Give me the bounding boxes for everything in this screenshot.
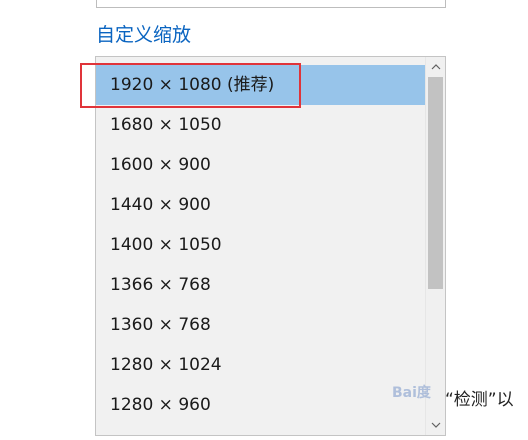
resolution-option-1360x768[interactable]: 1360 × 768 xyxy=(96,305,425,345)
chevron-up-icon[interactable] xyxy=(426,58,445,76)
scrollbar-thumb[interactable] xyxy=(428,77,443,289)
resolution-options: 1920 × 1080 (推荐) 1680 × 1050 1600 × 900 … xyxy=(96,57,425,435)
watermark-logo: Bai度 xyxy=(392,385,431,401)
resolution-option-1280x960[interactable]: 1280 × 960 xyxy=(96,385,425,425)
top-frame-edge xyxy=(96,0,446,8)
background-partial-text: “检测”以 xyxy=(445,390,514,410)
custom-scaling-link[interactable]: 自定义缩放 xyxy=(96,20,191,47)
vertical-scrollbar[interactable] xyxy=(425,57,445,435)
resolution-option-1440x900[interactable]: 1440 × 900 xyxy=(96,185,425,225)
red-annotation-box xyxy=(80,63,301,108)
resolution-option-1680x1050[interactable]: 1680 × 1050 xyxy=(96,105,425,145)
resolution-option-1366x768[interactable]: 1366 × 768 xyxy=(96,265,425,305)
resolution-option-1400x1050[interactable]: 1400 × 1050 xyxy=(96,225,425,265)
resolution-option-1600x900[interactable]: 1600 × 900 xyxy=(96,145,425,185)
chevron-down-icon[interactable] xyxy=(426,416,445,434)
resolution-dropdown-list[interactable]: 1920 × 1080 (推荐) 1680 × 1050 1600 × 900 … xyxy=(95,56,446,436)
resolution-option-1280x1024[interactable]: 1280 × 1024 xyxy=(96,345,425,385)
